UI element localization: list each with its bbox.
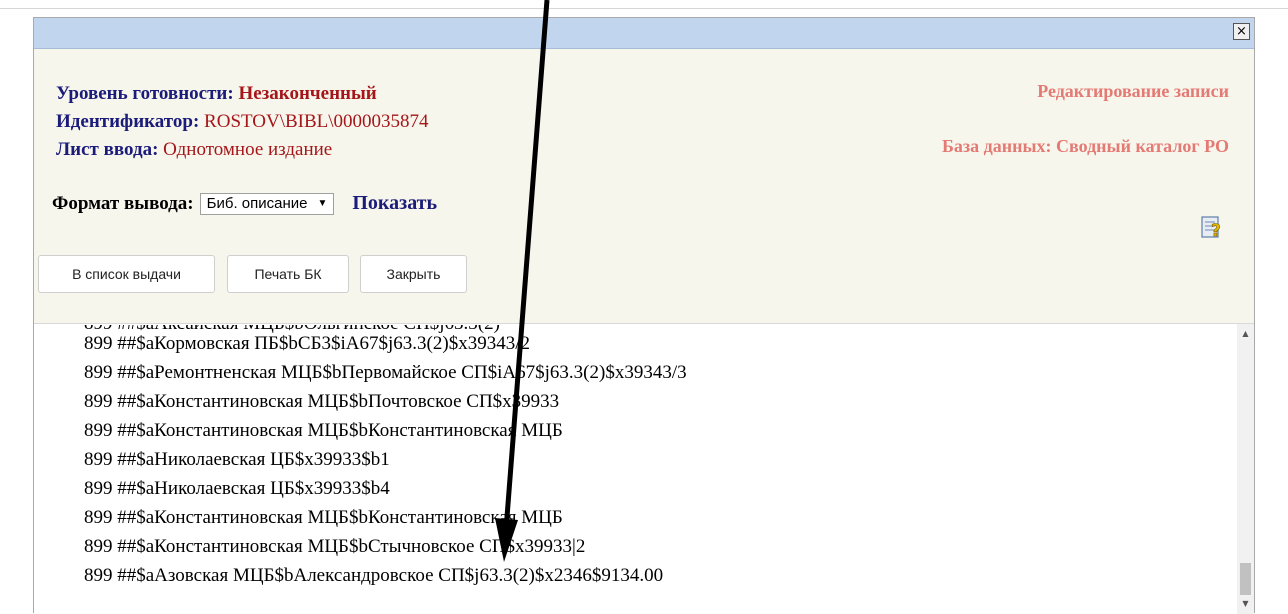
- print-card-button[interactable]: Печать БК: [227, 255, 349, 293]
- readiness-value: Незаконченный: [238, 83, 377, 104]
- format-select[interactable]: Биб. описание ▼: [199, 192, 335, 215]
- identifier-label: Идентификатор:: [56, 111, 200, 132]
- scrollbar-thumb[interactable]: [1240, 563, 1251, 595]
- record-edit-dialog: × Уровень готовности: Незаконченный Иден…: [33, 17, 1255, 614]
- dropdown-arrow-icon: ▼: [317, 198, 328, 209]
- close-icon[interactable]: ×: [1233, 23, 1250, 40]
- show-link[interactable]: Показать: [352, 192, 437, 215]
- record-line: 899 ##$aКонстантиновская МЦБ$bСтычновско…: [84, 536, 586, 557]
- record-line: 899 ##$aАзовская МЦБ$bАлександровское СП…: [84, 565, 664, 586]
- record-line: 899 ##$aНиколаевская ЦБ$x39933$b4: [84, 478, 390, 499]
- svg-text:?: ?: [1211, 221, 1221, 240]
- vertical-scrollbar[interactable]: ▲ ▼: [1237, 324, 1254, 614]
- add-to-list-button[interactable]: В список выдачи: [38, 255, 215, 293]
- help-icon[interactable]: ?: [1200, 214, 1226, 240]
- background-divider: [0, 8, 1288, 9]
- record-line: 899 ##$aНиколаевская ЦБ$x39933$b1: [84, 449, 390, 470]
- format-selected-value: Биб. описание: [206, 195, 308, 212]
- format-row: Формат вывода: Биб. описание ▼ Показать: [52, 192, 437, 215]
- identifier-row: Идентификатор: ROSTOV\BIBL\0000035874: [56, 108, 429, 136]
- sheet-value: Однотомное издание: [163, 139, 333, 160]
- readiness-row: Уровень готовности: Незаконченный: [56, 80, 429, 108]
- record-line: 899 ##$aКормовская ПБ$bСБ3$iA67$j63.3(2)…: [84, 333, 530, 354]
- identifier-value: ROSTOV\BIBL\0000035874: [204, 111, 429, 132]
- scroll-up-icon[interactable]: ▲: [1237, 326, 1254, 342]
- record-info: Уровень готовности: Незаконченный Иденти…: [56, 80, 429, 164]
- record-line: 899 ##$aКонстантиновская МЦБ$bКонстантин…: [84, 420, 563, 441]
- sheet-row: Лист ввода: Однотомное издание: [56, 136, 429, 164]
- record-line: 899 ##$aКонстантиновская МЦБ$bПочтовское…: [84, 391, 560, 412]
- sheet-label: Лист ввода:: [56, 139, 159, 160]
- database-name: База данных: Сводный каталог РО: [941, 136, 1229, 156]
- scroll-down-icon[interactable]: ▼: [1237, 596, 1254, 612]
- records-panel[interactable]: 899 ##$aАксайская МЦБ$bОльгинское СП$j63…: [34, 323, 1254, 614]
- close-button[interactable]: Закрыть: [360, 255, 467, 293]
- record-line: 899 ##$aКонстантиновская МЦБ$bКонстантин…: [84, 507, 563, 528]
- edit-title: Редактирование записи: [1037, 81, 1229, 101]
- dialog-titlebar: ×: [34, 18, 1254, 49]
- format-label: Формат вывода:: [52, 192, 194, 214]
- readiness-label: Уровень готовности:: [56, 83, 234, 104]
- record-line: 899 ##$aРемонтненская МЦБ$bПервомайское …: [84, 362, 687, 383]
